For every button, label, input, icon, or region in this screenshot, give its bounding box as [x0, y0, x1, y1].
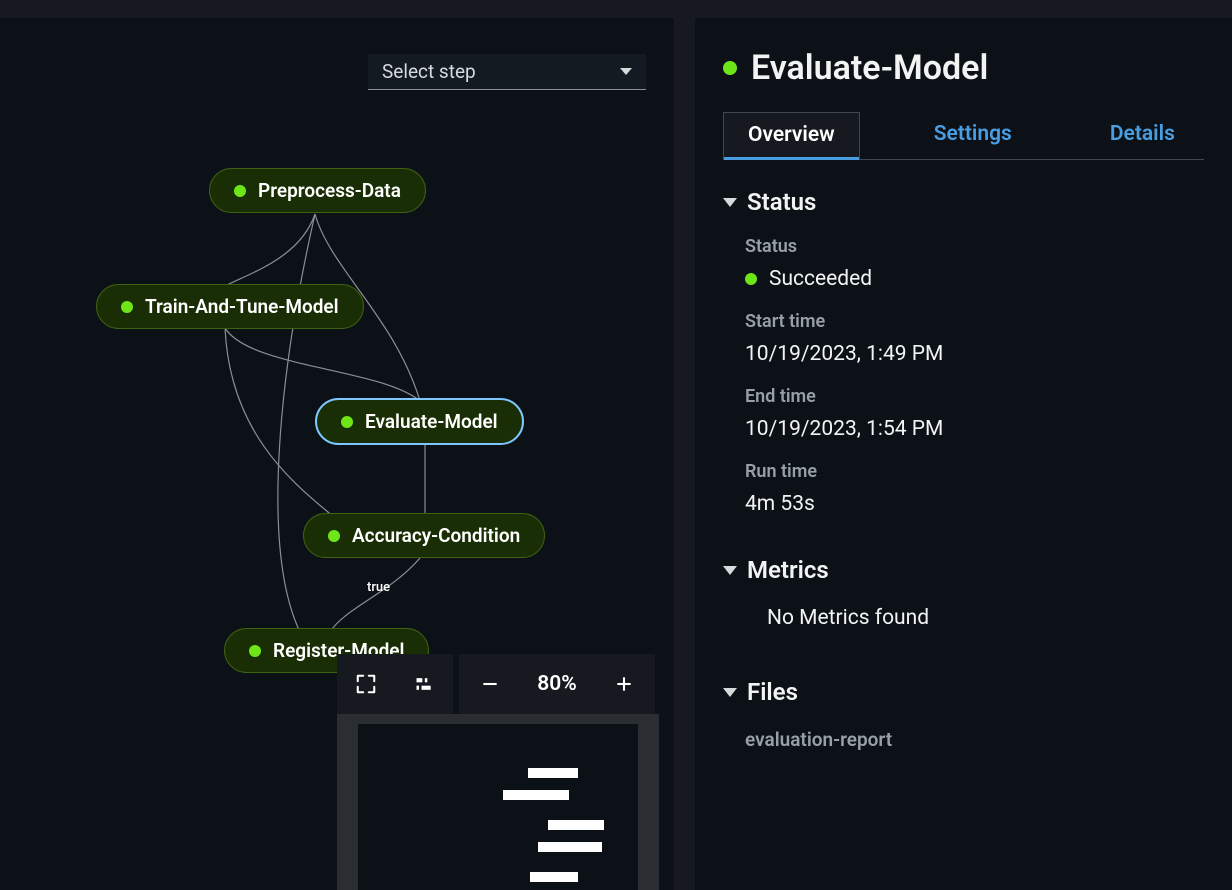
run-time-value: 4m 53s [745, 492, 1204, 516]
layout-button[interactable] [395, 654, 453, 714]
status-label: Status [745, 236, 1204, 257]
minimap[interactable] [337, 714, 659, 890]
node-preprocess-data[interactable]: Preprocess-Data [209, 168, 426, 213]
node-accuracy-condition[interactable]: Accuracy-Condition [303, 513, 545, 558]
tab-settings[interactable]: Settings [910, 112, 1036, 159]
status-dot-icon [234, 185, 246, 197]
chevron-down-icon [620, 68, 632, 75]
node-label: Train-And-Tune-Model [145, 295, 339, 318]
fit-view-button[interactable] [337, 654, 395, 714]
status-dot-icon [121, 301, 133, 313]
section-metrics: Metrics No Metrics found [723, 556, 1204, 630]
detail-title: Evaluate-Model [751, 48, 988, 88]
tab-overview[interactable]: Overview [723, 112, 860, 159]
metrics-empty-text: No Metrics found [767, 606, 1204, 630]
canvas-toolbar: 80% [337, 654, 655, 714]
section-title: Status [747, 188, 816, 216]
minus-icon [480, 674, 500, 694]
start-time-label: Start time [745, 311, 1204, 332]
run-time-label: Run time [745, 461, 1204, 482]
step-select-dropdown[interactable]: Select step [368, 54, 646, 90]
node-label: Preprocess-Data [258, 179, 401, 202]
tab-details[interactable]: Details [1086, 112, 1199, 159]
zoom-level-label: 80% [521, 654, 593, 714]
start-time-value: 10/19/2023, 1:49 PM [745, 342, 1204, 366]
section-metrics-toggle[interactable]: Metrics [723, 556, 1204, 584]
plus-icon [614, 674, 634, 694]
end-time-label: End time [745, 386, 1204, 407]
end-time-value: 10/19/2023, 1:54 PM [745, 417, 1204, 441]
node-train-and-tune-model[interactable]: Train-And-Tune-Model [96, 284, 364, 329]
status-value: Succeeded [745, 267, 1204, 291]
node-label: Accuracy-Condition [352, 524, 520, 547]
status-dot-icon [341, 416, 353, 428]
layout-icon [414, 674, 434, 694]
zoom-out-button[interactable] [459, 654, 521, 714]
top-chrome-bar [0, 0, 1232, 18]
caret-down-icon [723, 566, 737, 575]
detail-pane: Evaluate-Model Overview Settings Details… [695, 18, 1232, 890]
section-status: Status Status Succeeded Start time 10/19… [723, 188, 1204, 516]
step-select-placeholder: Select step [382, 60, 476, 83]
status-dot-icon [328, 530, 340, 542]
file-item[interactable]: evaluation-report [745, 728, 1204, 751]
edge-label-true: true [367, 580, 390, 595]
section-status-toggle[interactable]: Status [723, 188, 1204, 216]
status-dot-icon [249, 645, 261, 657]
caret-down-icon [723, 688, 737, 697]
section-files: Files evaluation-report [723, 678, 1204, 751]
minimap-viewport [358, 724, 638, 890]
node-evaluate-model[interactable]: Evaluate-Model [315, 398, 524, 445]
status-dot-icon [745, 273, 757, 285]
pipeline-canvas[interactable]: Select step Preprocess-Data Train-And-Tu… [0, 18, 675, 890]
status-dot-icon [723, 61, 737, 75]
caret-down-icon [723, 198, 737, 207]
zoom-in-button[interactable] [593, 654, 655, 714]
fullscreen-icon [355, 673, 377, 695]
detail-tabs: Overview Settings Details [723, 112, 1204, 160]
node-label: Evaluate-Model [365, 410, 498, 433]
section-title: Files [747, 678, 798, 706]
section-title: Metrics [747, 556, 829, 584]
section-files-toggle[interactable]: Files [723, 678, 1204, 706]
